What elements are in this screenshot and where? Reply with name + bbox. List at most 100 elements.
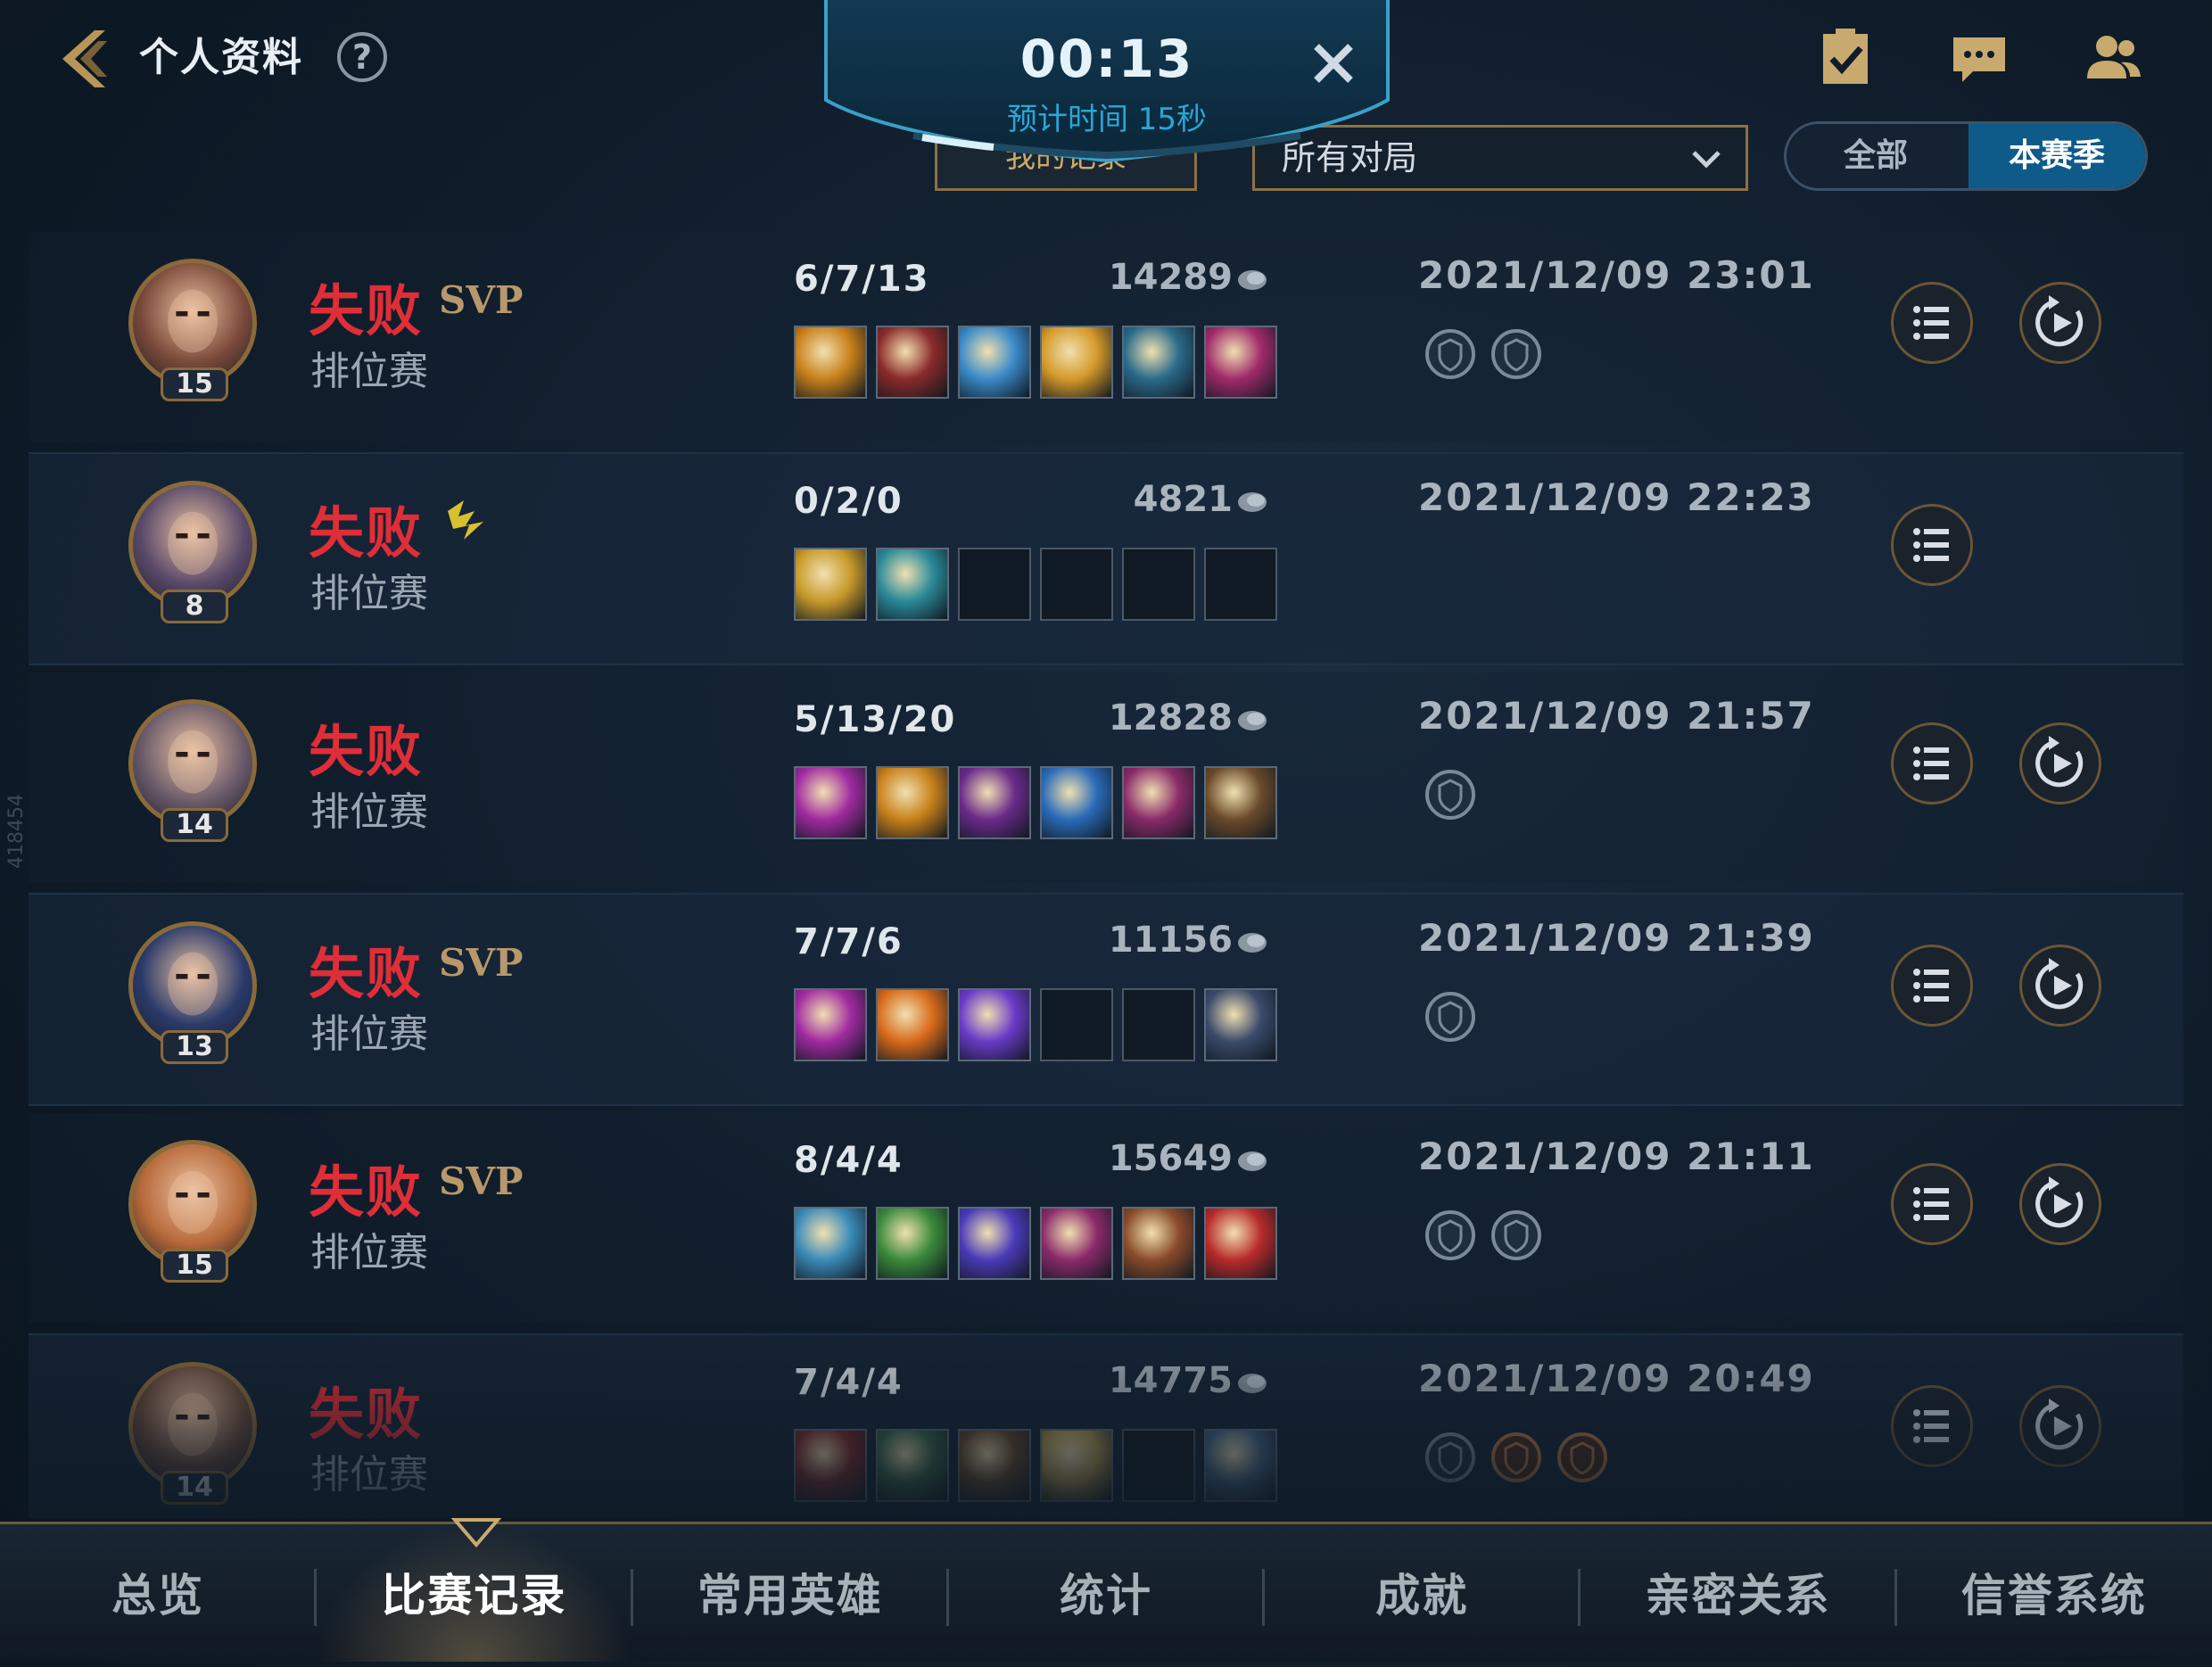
item-icon[interactable] — [876, 1207, 949, 1280]
match-detail-button[interactable] — [1891, 1385, 1973, 1467]
match-row[interactable]: 14 失败 排位赛 5/13/20 12828 2021/12/09 21:57 — [29, 673, 2183, 882]
item-icon[interactable] — [1040, 766, 1113, 839]
item-icon[interactable] — [1204, 766, 1277, 839]
empty-item-slot[interactable] — [1122, 1429, 1195, 1502]
gold-coin-icon — [1238, 933, 1267, 953]
season-toggle[interactable]: 全部 本赛季 — [1784, 121, 2148, 191]
item-icon[interactable] — [1122, 1207, 1195, 1280]
close-icon[interactable] — [1309, 39, 1358, 87]
gold-coin-icon — [1238, 1151, 1267, 1171]
replay-button[interactable] — [2019, 945, 2101, 1027]
honor-icon[interactable] — [1422, 1429, 1479, 1486]
champion-level: 13 — [161, 1030, 228, 1064]
item-icon[interactable] — [1204, 1207, 1277, 1280]
hustle-badge-icon — [448, 500, 483, 540]
item-icon[interactable] — [958, 988, 1031, 1061]
svp-badge: SVP — [439, 1159, 524, 1203]
empty-item-slot[interactable] — [1040, 548, 1113, 621]
match-detail-button[interactable] — [1891, 722, 1973, 805]
item-icon[interactable] — [876, 548, 949, 621]
replay-icon — [2035, 295, 2084, 347]
back-arrow-icon[interactable] — [55, 25, 123, 93]
task-clipboard-icon[interactable] — [1814, 27, 1877, 89]
item-icon[interactable] — [794, 548, 867, 621]
honor-icon[interactable] — [1422, 1207, 1479, 1264]
honor-icon[interactable] — [1422, 766, 1479, 823]
page-title: 个人资料 — [139, 35, 303, 80]
empty-item-slot[interactable] — [1122, 548, 1195, 621]
replay-button[interactable] — [2019, 282, 2101, 364]
active-tab-arrow-icon — [451, 1518, 501, 1548]
tab-1[interactable]: 总览 — [0, 1524, 316, 1662]
item-icon[interactable] — [1204, 988, 1277, 1061]
item-icon[interactable] — [1122, 326, 1195, 399]
match-date: 2021/12/09 20:49 — [1418, 1357, 1815, 1400]
kda: 7/4/4 — [794, 1362, 904, 1403]
tab-4[interactable]: 统计 — [948, 1524, 1264, 1662]
item-icon[interactable] — [958, 326, 1031, 399]
chat-icon[interactable] — [1948, 27, 2010, 89]
tab-divider — [630, 1569, 633, 1626]
replay-button[interactable] — [2019, 1163, 2101, 1245]
item-icon[interactable] — [794, 988, 867, 1061]
item-icon[interactable] — [1122, 766, 1195, 839]
replay-button[interactable] — [2019, 1385, 2101, 1467]
champion-portrait-icon — [168, 1170, 218, 1234]
item-icon[interactable] — [794, 326, 867, 399]
empty-item-slot[interactable] — [958, 548, 1031, 621]
match-detail-button[interactable] — [1891, 504, 1973, 586]
match-row[interactable]: 14 失败 排位赛 7/4/4 14775 2021/12/09 20:49 — [29, 1333, 2183, 1518]
tab-5[interactable]: 成就 — [1264, 1524, 1580, 1662]
list-icon — [1913, 1409, 1949, 1443]
item-icon[interactable] — [1204, 1429, 1277, 1502]
match-detail-button[interactable] — [1891, 1163, 1973, 1245]
item-icon[interactable] — [958, 1207, 1031, 1280]
item-icon[interactable] — [1204, 326, 1277, 399]
tab-7[interactable]: 信誉系统 — [1896, 1524, 2212, 1662]
item-icon[interactable] — [1040, 326, 1113, 399]
match-detail-button[interactable] — [1891, 945, 1973, 1027]
honor-bronze-icon[interactable] — [1554, 1429, 1611, 1486]
friends-icon[interactable] — [2082, 27, 2144, 89]
item-icon[interactable] — [794, 1429, 867, 1502]
match-result: 失败 — [309, 941, 424, 1006]
game-mode: 排位赛 — [310, 1230, 428, 1275]
item-icon[interactable] — [1040, 1429, 1113, 1502]
replay-button[interactable] — [2019, 722, 2101, 805]
tab-3[interactable]: 常用英雄 — [632, 1524, 948, 1662]
empty-item-slot[interactable] — [1122, 988, 1195, 1061]
honor-bronze-icon[interactable] — [1488, 1429, 1545, 1486]
match-row[interactable]: 15 失败 SVP 排位赛 8/4/4 15649 2021/12/09 21:11 — [29, 1113, 2183, 1323]
match-detail-button[interactable] — [1891, 282, 1973, 364]
item-icon[interactable] — [876, 1429, 949, 1502]
match-row[interactable]: 8 失败 排位赛 0/2/0 4821 2021/12/09 22:23 — [29, 452, 2183, 665]
honor-icon[interactable] — [1422, 326, 1479, 383]
match-history-list[interactable]: 15 失败 SVP 排位赛 6/7/13 14289 2021/12/09 23:01 8 失败… — [29, 232, 2183, 1518]
empty-item-slot[interactable] — [1204, 548, 1277, 621]
champion-portrait-icon — [168, 511, 218, 575]
item-icon[interactable] — [958, 766, 1031, 839]
svp-badge: SVP — [439, 278, 524, 322]
item-icon[interactable] — [876, 766, 949, 839]
gold-coin-icon — [1238, 492, 1267, 512]
tab-6[interactable]: 亲密关系 — [1580, 1524, 1895, 1662]
item-icon[interactable] — [958, 1429, 1031, 1502]
segment-current-season[interactable]: 本赛季 — [1969, 124, 2145, 188]
item-icon[interactable] — [794, 1207, 867, 1280]
help-icon[interactable]: ? — [337, 32, 387, 82]
champion-level: 15 — [161, 367, 228, 401]
item-icon[interactable] — [794, 766, 867, 839]
honor-icon[interactable] — [1488, 326, 1545, 383]
item-icon[interactable] — [876, 326, 949, 399]
honor-icon[interactable] — [1488, 1207, 1545, 1264]
match-row[interactable]: 15 失败 SVP 排位赛 6/7/13 14289 2021/12/09 23:01 — [29, 232, 2183, 442]
match-row[interactable]: 13 失败 SVP 排位赛 7/7/6 11156 2021/12/09 21:39 — [29, 893, 2183, 1106]
segment-all[interactable]: 全部 — [1787, 124, 1965, 188]
side-id-label: 418454 — [5, 794, 28, 869]
game-mode: 排位赛 — [310, 1452, 428, 1498]
match-date: 2021/12/09 21:39 — [1418, 916, 1815, 960]
item-icon[interactable] — [876, 988, 949, 1061]
empty-item-slot[interactable] — [1040, 988, 1113, 1061]
honor-icon[interactable] — [1422, 988, 1479, 1045]
item-icon[interactable] — [1040, 1207, 1113, 1280]
